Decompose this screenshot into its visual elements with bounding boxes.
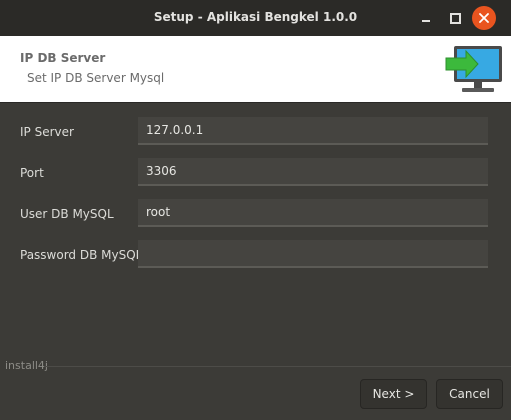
header-banner: IP DB Server Set IP DB Server Mysql bbox=[0, 36, 511, 102]
form-row-port: Port bbox=[0, 158, 511, 188]
port-label: Port bbox=[20, 166, 44, 180]
title-bar: Setup - Aplikasi Bengkel 1.0.0 bbox=[0, 0, 511, 36]
footer-divider bbox=[44, 366, 511, 367]
monitor-arrow-icon bbox=[445, 46, 502, 92]
user-db-input[interactable] bbox=[138, 199, 488, 227]
close-button[interactable] bbox=[472, 6, 496, 30]
cancel-button[interactable]: Cancel bbox=[436, 379, 503, 409]
password-db-input[interactable] bbox=[138, 240, 488, 268]
next-button[interactable]: Next > bbox=[360, 379, 427, 409]
maximize-button[interactable] bbox=[445, 8, 465, 28]
installer-brand: install4j bbox=[5, 359, 48, 372]
password-db-label: Password DB MySQL bbox=[20, 248, 143, 262]
setup-window: Setup - Aplikasi Bengkel 1.0.0 IP DB Ser… bbox=[0, 0, 511, 420]
page-title: IP DB Server bbox=[20, 51, 106, 65]
user-db-label: User DB MySQL bbox=[20, 207, 114, 221]
ip-server-label: IP Server bbox=[20, 125, 74, 139]
form-row-user: User DB MySQL bbox=[0, 199, 511, 229]
page-subtitle: Set IP DB Server Mysql bbox=[27, 71, 165, 85]
maximize-icon bbox=[449, 12, 461, 24]
banner-divider bbox=[0, 102, 511, 103]
form-row-ip-server: IP Server bbox=[0, 117, 511, 147]
form-row-password: Password DB MySQL bbox=[0, 240, 511, 270]
close-icon bbox=[479, 13, 489, 23]
minimize-button[interactable] bbox=[416, 8, 436, 28]
ip-server-input[interactable] bbox=[138, 117, 488, 145]
minimize-icon bbox=[422, 20, 430, 22]
port-input[interactable] bbox=[138, 158, 488, 186]
